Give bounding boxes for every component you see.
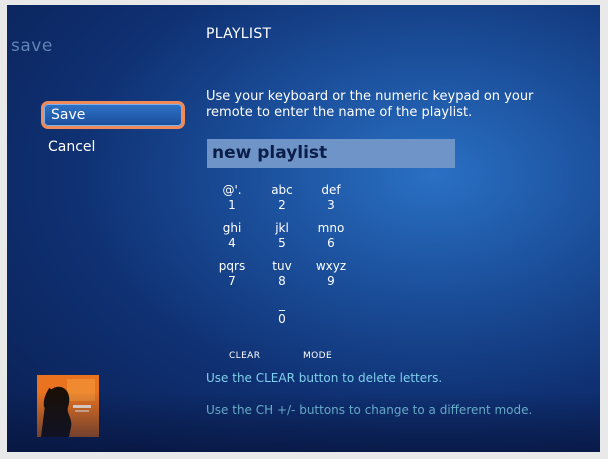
keypad-key-letters: def xyxy=(321,183,341,197)
keypad-key-digit: 8 xyxy=(278,274,286,288)
keypad-key-0[interactable]: _ 0 xyxy=(264,297,300,327)
media-center-screen: save Save Cancel PLAYLIST Use your keybo… xyxy=(7,5,600,452)
keypad-key-digit: 0 xyxy=(278,312,286,326)
keypad-key-letters: @'. xyxy=(222,183,242,197)
keypad-key-letters: jkl xyxy=(275,221,289,235)
save-button[interactable]: Save xyxy=(41,101,185,129)
keypad-key-1[interactable]: @'. 1 xyxy=(214,183,250,213)
keypad-key-4[interactable]: ghi 4 xyxy=(214,221,250,251)
instructions-text: Use your keyboard or the numeric keypad … xyxy=(206,89,534,120)
keypad-key-3[interactable]: def 3 xyxy=(313,183,349,213)
keypad-key-9[interactable]: wxyz 9 xyxy=(313,259,349,289)
keypad-key-7[interactable]: pqrs 7 xyxy=(214,259,250,289)
keypad-key-6[interactable]: mno 6 xyxy=(313,221,349,251)
page-title: PLAYLIST xyxy=(206,26,272,42)
keypad-key-letters: tuv xyxy=(272,259,292,273)
keypad-key-digit: 1 xyxy=(228,198,236,212)
cancel-button-label: Cancel xyxy=(48,139,96,155)
playlist-name-input[interactable]: new playlist xyxy=(207,139,455,168)
keypad-key-digit: 7 xyxy=(228,274,236,288)
keypad-key-letters: pqrs xyxy=(218,259,246,273)
keypad-key-digit: 2 xyxy=(278,198,286,212)
keypad-key-5[interactable]: jkl 5 xyxy=(264,221,300,251)
keypad-key-8[interactable]: tuv 8 xyxy=(264,259,300,289)
clear-key-label[interactable]: CLEAR xyxy=(229,351,260,361)
keypad-key-2[interactable]: abc 2 xyxy=(264,183,300,213)
keypad-key-letters: abc xyxy=(271,183,293,197)
keypad-key-digit: 3 xyxy=(327,198,335,212)
keypad-key-letters: wxyz xyxy=(315,259,347,273)
keypad-key-digit: 5 xyxy=(278,236,286,250)
page-label: save xyxy=(11,36,53,56)
keypad-key-letters: ghi xyxy=(222,221,242,235)
cancel-button[interactable]: Cancel xyxy=(41,133,185,161)
clear-hint-text: Use the CLEAR button to delete letters. xyxy=(206,371,443,385)
keypad-key-digit: 4 xyxy=(228,236,236,250)
keypad-key-letters: _ xyxy=(279,297,285,311)
keypad-key-digit: 6 xyxy=(327,236,335,250)
album-cover-icon xyxy=(37,375,99,437)
mode-key-label[interactable]: MODE xyxy=(303,351,332,361)
save-button-label: Save xyxy=(51,107,86,123)
keypad-key-digit: 9 xyxy=(327,274,335,288)
mode-hint-text: Use the CH +/- buttons to change to a di… xyxy=(206,403,533,417)
keypad-key-letters: mno xyxy=(317,221,345,235)
